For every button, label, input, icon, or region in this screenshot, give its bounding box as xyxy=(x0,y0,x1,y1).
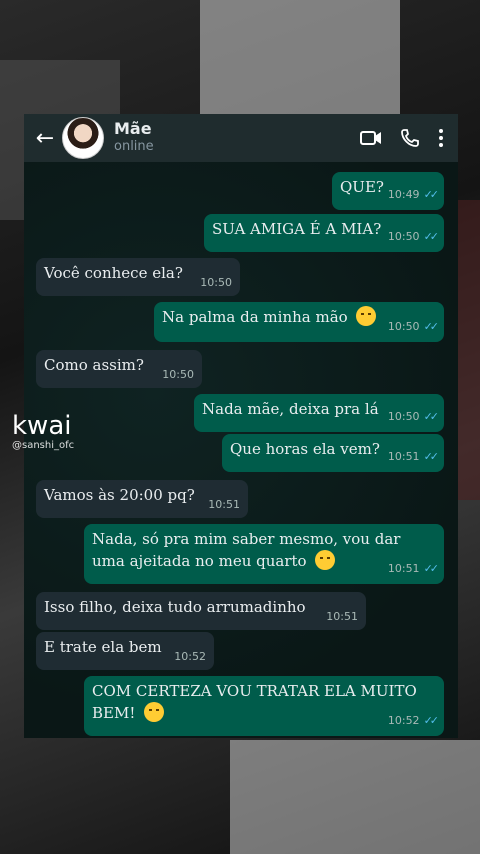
chat-header: ← Mãe online xyxy=(24,114,458,162)
message-bubble-outgoing[interactable]: Nada, só pra mim saber mesmo, vou dar um… xyxy=(84,524,444,584)
message-text: Na palma da minha mão xyxy=(162,308,348,326)
contact-status: online xyxy=(114,139,154,154)
message-bubble-outgoing[interactable]: Nada mãe, deixa pra lá 10:50 ✓✓ xyxy=(194,394,444,432)
arrow-left-icon[interactable]: ← xyxy=(30,126,60,151)
read-receipt-icon: ✓✓ xyxy=(423,714,440,727)
message-text: Nada mãe, deixa pra lá xyxy=(202,400,379,418)
read-receipt-icon: ✓✓ xyxy=(423,188,440,201)
read-receipt-icon: ✓✓ xyxy=(423,320,440,333)
phone-icon[interactable] xyxy=(400,128,420,148)
message-bubble-outgoing[interactable]: COM CERTEZA VOU TRATAR ELA MUITO BEM! 10… xyxy=(84,676,444,736)
message-bubble-incoming[interactable]: Vamos às 20:00 pq? 10:51 xyxy=(36,480,248,518)
message-bubble-incoming[interactable]: Como assim? 10:50 xyxy=(36,350,202,388)
watermark-username: @sanshi_ofc xyxy=(12,440,75,451)
background-shape xyxy=(200,0,400,120)
chat-window: ← Mãe online QUE? 10:49 ✓✓ SUA AMIGA É A … xyxy=(24,114,458,738)
read-receipt-icon: ✓✓ xyxy=(423,562,440,575)
message-text: COM CERTEZA VOU TRATAR ELA MUITO BEM! xyxy=(92,682,417,722)
message-bubble-outgoing[interactable]: QUE? 10:49 ✓✓ xyxy=(332,172,444,210)
smirk-face-icon xyxy=(356,306,377,326)
message-text: E trate ela bem xyxy=(44,638,162,656)
message-text: Que horas ela vem? xyxy=(230,440,380,458)
message-time: 10:51 xyxy=(208,498,240,511)
read-receipt-icon: ✓✓ xyxy=(423,230,440,243)
message-text: Isso filho, deixa tudo arrumadinho xyxy=(44,598,306,616)
message-text: Vamos às 20:00 pq? xyxy=(44,486,195,504)
message-text: Você conhece ela? xyxy=(44,264,183,282)
message-time: 10:51 xyxy=(326,610,358,623)
message-bubble-outgoing[interactable]: Na palma da minha mão 10:50 ✓✓ xyxy=(154,302,444,342)
message-bubble-outgoing[interactable]: Que horas ela vem? 10:51 ✓✓ xyxy=(222,434,444,472)
message-time: 10:51 xyxy=(387,450,420,463)
message-bubble-outgoing[interactable]: SUA AMIGA É A MIA? 10:50 ✓✓ xyxy=(204,214,444,252)
message-time: 10:50 xyxy=(387,320,420,333)
read-receipt-icon: ✓✓ xyxy=(423,410,440,423)
message-text: SUA AMIGA É A MIA? xyxy=(212,220,382,238)
message-time: 10:50 xyxy=(200,276,232,289)
message-time: 10:51 xyxy=(387,562,420,575)
message-time: 10:52 xyxy=(174,650,206,663)
message-time: 10:52 xyxy=(387,714,420,727)
kwai-watermark: kwai @sanshi_ofc xyxy=(12,412,74,451)
message-list: QUE? 10:49 ✓✓ SUA AMIGA É A MIA? 10:50 ✓✓ … xyxy=(24,162,458,738)
message-time: 10:49 xyxy=(387,188,420,201)
contact-name: Mãe xyxy=(114,119,152,138)
message-bubble-incoming[interactable]: E trate ela bem 10:52 xyxy=(36,632,214,670)
message-time: 10:50 xyxy=(387,410,420,423)
message-time: 10:50 xyxy=(387,230,420,243)
background-shape xyxy=(230,740,480,854)
flushed-face-icon xyxy=(144,702,165,722)
message-bubble-incoming[interactable]: Você conhece ela? 10:50 xyxy=(36,258,240,296)
contact-info[interactable]: Mãe online xyxy=(114,120,360,156)
kwai-logo: kwai xyxy=(12,411,72,441)
message-time: 10:50 xyxy=(162,368,194,381)
message-text: QUE? xyxy=(340,178,384,196)
message-text: Como assim? xyxy=(44,356,144,374)
more-vert-icon[interactable] xyxy=(438,128,444,148)
avatar[interactable] xyxy=(62,117,104,159)
video-icon[interactable] xyxy=(360,130,382,146)
read-receipt-icon: ✓✓ xyxy=(423,450,440,463)
message-text: Nada, só pra mim saber mesmo, vou dar um… xyxy=(92,530,401,570)
winking-tongue-face-icon xyxy=(315,550,336,570)
message-bubble-incoming[interactable]: Isso filho, deixa tudo arrumadinho 10:51 xyxy=(36,592,366,630)
